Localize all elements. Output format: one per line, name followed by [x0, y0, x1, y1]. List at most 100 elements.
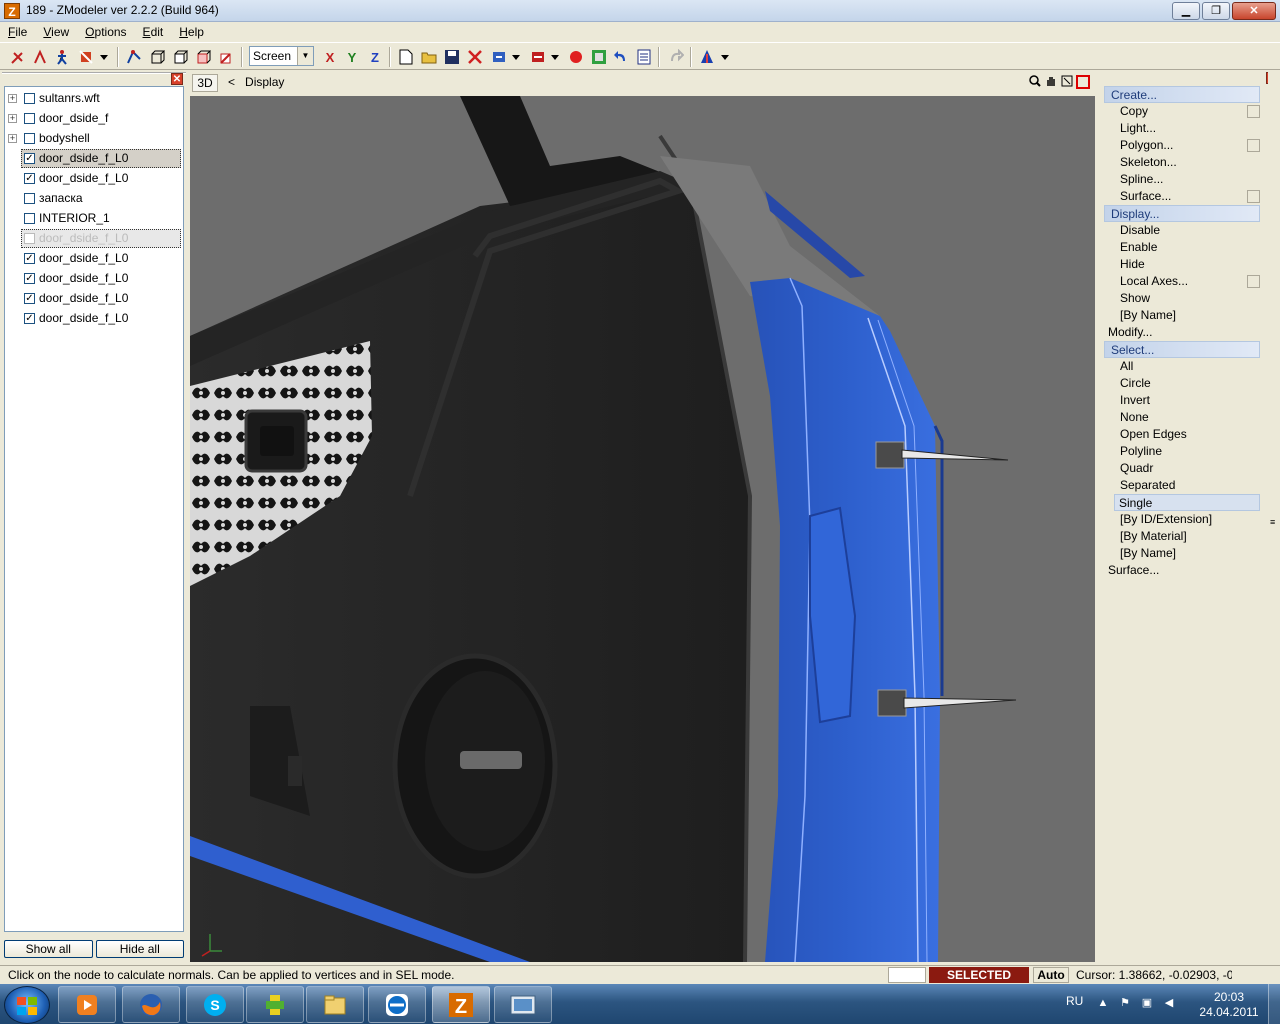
- tree-item[interactable]: ✓ door_dside_f_L0: [5, 308, 183, 328]
- option-box-icon[interactable]: [1247, 105, 1260, 118]
- zmodeler-taskbar-icon[interactable]: Z: [432, 986, 490, 1023]
- zoom-icon[interactable]: [1028, 75, 1042, 89]
- dropdown-arrow-icon[interactable]: [549, 47, 561, 67]
- firefox-icon[interactable]: [122, 986, 180, 1023]
- command-item-27[interactable]: [By Name]: [1102, 545, 1262, 562]
- stop-icon[interactable]: [1076, 75, 1090, 89]
- start-button[interactable]: [4, 986, 50, 1024]
- new-file-icon[interactable]: [396, 47, 416, 67]
- save-icon[interactable]: [442, 47, 462, 67]
- back-arrow-icon[interactable]: <: [228, 75, 235, 89]
- vertex-mode-icon[interactable]: [124, 47, 144, 67]
- tree-item[interactable]: ✓ door_dside_f_L0: [5, 248, 183, 268]
- visibility-checkbox-checked[interactable]: ✓: [24, 252, 35, 264]
- show-all-button[interactable]: Show all: [4, 940, 93, 958]
- command-item-11[interactable]: Local Axes...: [1102, 273, 1262, 290]
- cube-hatch-icon[interactable]: [193, 47, 213, 67]
- material-icon[interactable]: [589, 47, 609, 67]
- command-category-28[interactable]: Surface...: [1102, 562, 1262, 579]
- dropdown-arrow-icon[interactable]: [510, 47, 522, 67]
- visibility-checkbox[interactable]: [24, 132, 35, 144]
- command-category-14[interactable]: Modify...: [1102, 324, 1262, 341]
- command-item-24[interactable]: Single: [1114, 494, 1260, 511]
- scroll-grip-icon[interactable]: ≡: [1270, 518, 1278, 527]
- view-mode-select[interactable]: Screen ▼: [249, 46, 314, 66]
- image-viewer-icon[interactable]: [494, 986, 552, 1023]
- export-icon[interactable]: [528, 47, 548, 67]
- command-item-5[interactable]: Spline...: [1102, 171, 1262, 188]
- green-app-icon[interactable]: [246, 986, 304, 1023]
- walk-tool-icon[interactable]: [52, 47, 72, 67]
- command-item-16[interactable]: All: [1102, 358, 1262, 375]
- show-hidden-icons-icon[interactable]: ▲: [1096, 996, 1110, 1010]
- render-icon[interactable]: [566, 47, 586, 67]
- tree-item[interactable]: + door_dside_f: [5, 108, 183, 128]
- expand-icon[interactable]: +: [8, 133, 17, 143]
- command-item-25[interactable]: [By ID/Extension]: [1102, 511, 1262, 528]
- command-category-7[interactable]: Display...: [1104, 205, 1260, 222]
- menu-help[interactable]: Help: [171, 22, 212, 42]
- zmodeler-app-icon[interactable]: Z: [4, 3, 20, 19]
- command-item-12[interactable]: Show: [1102, 290, 1262, 307]
- option-box-icon[interactable]: [1247, 275, 1260, 288]
- cube-delete-icon[interactable]: [216, 47, 236, 67]
- tree-item[interactable]: ✓ door_dside_f_L0: [5, 268, 183, 288]
- command-item-17[interactable]: Circle: [1102, 375, 1262, 392]
- command-item-23[interactable]: Separated: [1102, 477, 1262, 494]
- visibility-checkbox[interactable]: [24, 92, 35, 104]
- menu-file[interactable]: File: [0, 22, 35, 42]
- option-box-icon[interactable]: [1247, 190, 1260, 203]
- visibility-checkbox-checked[interactable]: ✓: [24, 172, 35, 184]
- dropdown-arrow-icon[interactable]: [719, 47, 731, 67]
- tree-item[interactable]: INTERIOR_1: [5, 208, 183, 228]
- close-button[interactable]: ✕: [1232, 2, 1276, 20]
- object-tree[interactable]: + sultanrs.wft + door_dside_f + bodyshel…: [4, 86, 184, 932]
- maximize-view-icon[interactable]: [1060, 75, 1074, 89]
- command-category-0[interactable]: Create...: [1104, 86, 1260, 103]
- close-panel-icon[interactable]: ✕: [171, 73, 183, 85]
- command-item-4[interactable]: Skeleton...: [1102, 154, 1262, 171]
- viewport-3d-tab[interactable]: 3D: [192, 74, 218, 92]
- visibility-checkbox[interactable]: [24, 192, 35, 204]
- axis-y-toggle[interactable]: Y: [342, 47, 362, 67]
- axis-arrow-icon[interactable]: [697, 47, 717, 67]
- system-clock[interactable]: 20:03 24.04.2011: [1194, 990, 1264, 1020]
- menu-edit[interactable]: Edit: [135, 22, 172, 42]
- viewport-breadcrumb[interactable]: < Display: [228, 75, 284, 89]
- cube-select-icon[interactable]: [170, 47, 190, 67]
- tree-item[interactable]: запаска: [5, 188, 183, 208]
- command-item-19[interactable]: None: [1102, 409, 1262, 426]
- command-item-3[interactable]: Polygon...: [1102, 137, 1262, 154]
- command-item-8[interactable]: Disable: [1102, 222, 1262, 239]
- option-box-icon[interactable]: [1247, 139, 1260, 152]
- file-explorer-icon[interactable]: [306, 986, 364, 1023]
- chevron-down-icon[interactable]: ▼: [297, 47, 313, 65]
- menu-options[interactable]: Options: [77, 22, 134, 42]
- visibility-checkbox[interactable]: [24, 212, 35, 224]
- expand-icon[interactable]: +: [8, 93, 17, 103]
- command-item-2[interactable]: Light...: [1102, 120, 1262, 137]
- visibility-checkbox[interactable]: [24, 232, 35, 244]
- properties-icon[interactable]: [634, 47, 654, 67]
- cube-mode-icon[interactable]: [147, 47, 167, 67]
- maximize-button[interactable]: ❐: [1202, 2, 1230, 20]
- visibility-checkbox-checked[interactable]: ✓: [24, 272, 35, 284]
- tree-item-selected[interactable]: ✓ door_dside_f_L0: [5, 148, 183, 168]
- skype-icon[interactable]: S: [186, 986, 244, 1023]
- command-item-20[interactable]: Open Edges: [1102, 426, 1262, 443]
- command-item-10[interactable]: Hide: [1102, 256, 1262, 273]
- selected-mode-badge[interactable]: SELECTED MODE: [929, 967, 1029, 998]
- title-bar[interactable]: Z 189 - ZModeler ver 2.2.2 (Build 964) ▁…: [0, 0, 1280, 22]
- select-tool-icon[interactable]: [8, 47, 28, 67]
- pick-tool-icon[interactable]: [30, 47, 50, 67]
- command-item-26[interactable]: [By Material]: [1102, 528, 1262, 545]
- action-center-icon[interactable]: ⚑: [1118, 996, 1132, 1010]
- show-desktop-button[interactable]: [1268, 984, 1280, 1024]
- tree-item[interactable]: + sultanrs.wft: [5, 88, 183, 108]
- auto-toggle[interactable]: Auto: [1033, 967, 1069, 983]
- language-indicator[interactable]: RU: [1066, 994, 1083, 1008]
- undo-icon[interactable]: [611, 47, 631, 67]
- command-item-22[interactable]: Quadr: [1102, 460, 1262, 477]
- command-category-15[interactable]: Select...: [1104, 341, 1260, 358]
- volume-icon[interactable]: ◀: [1162, 996, 1176, 1010]
